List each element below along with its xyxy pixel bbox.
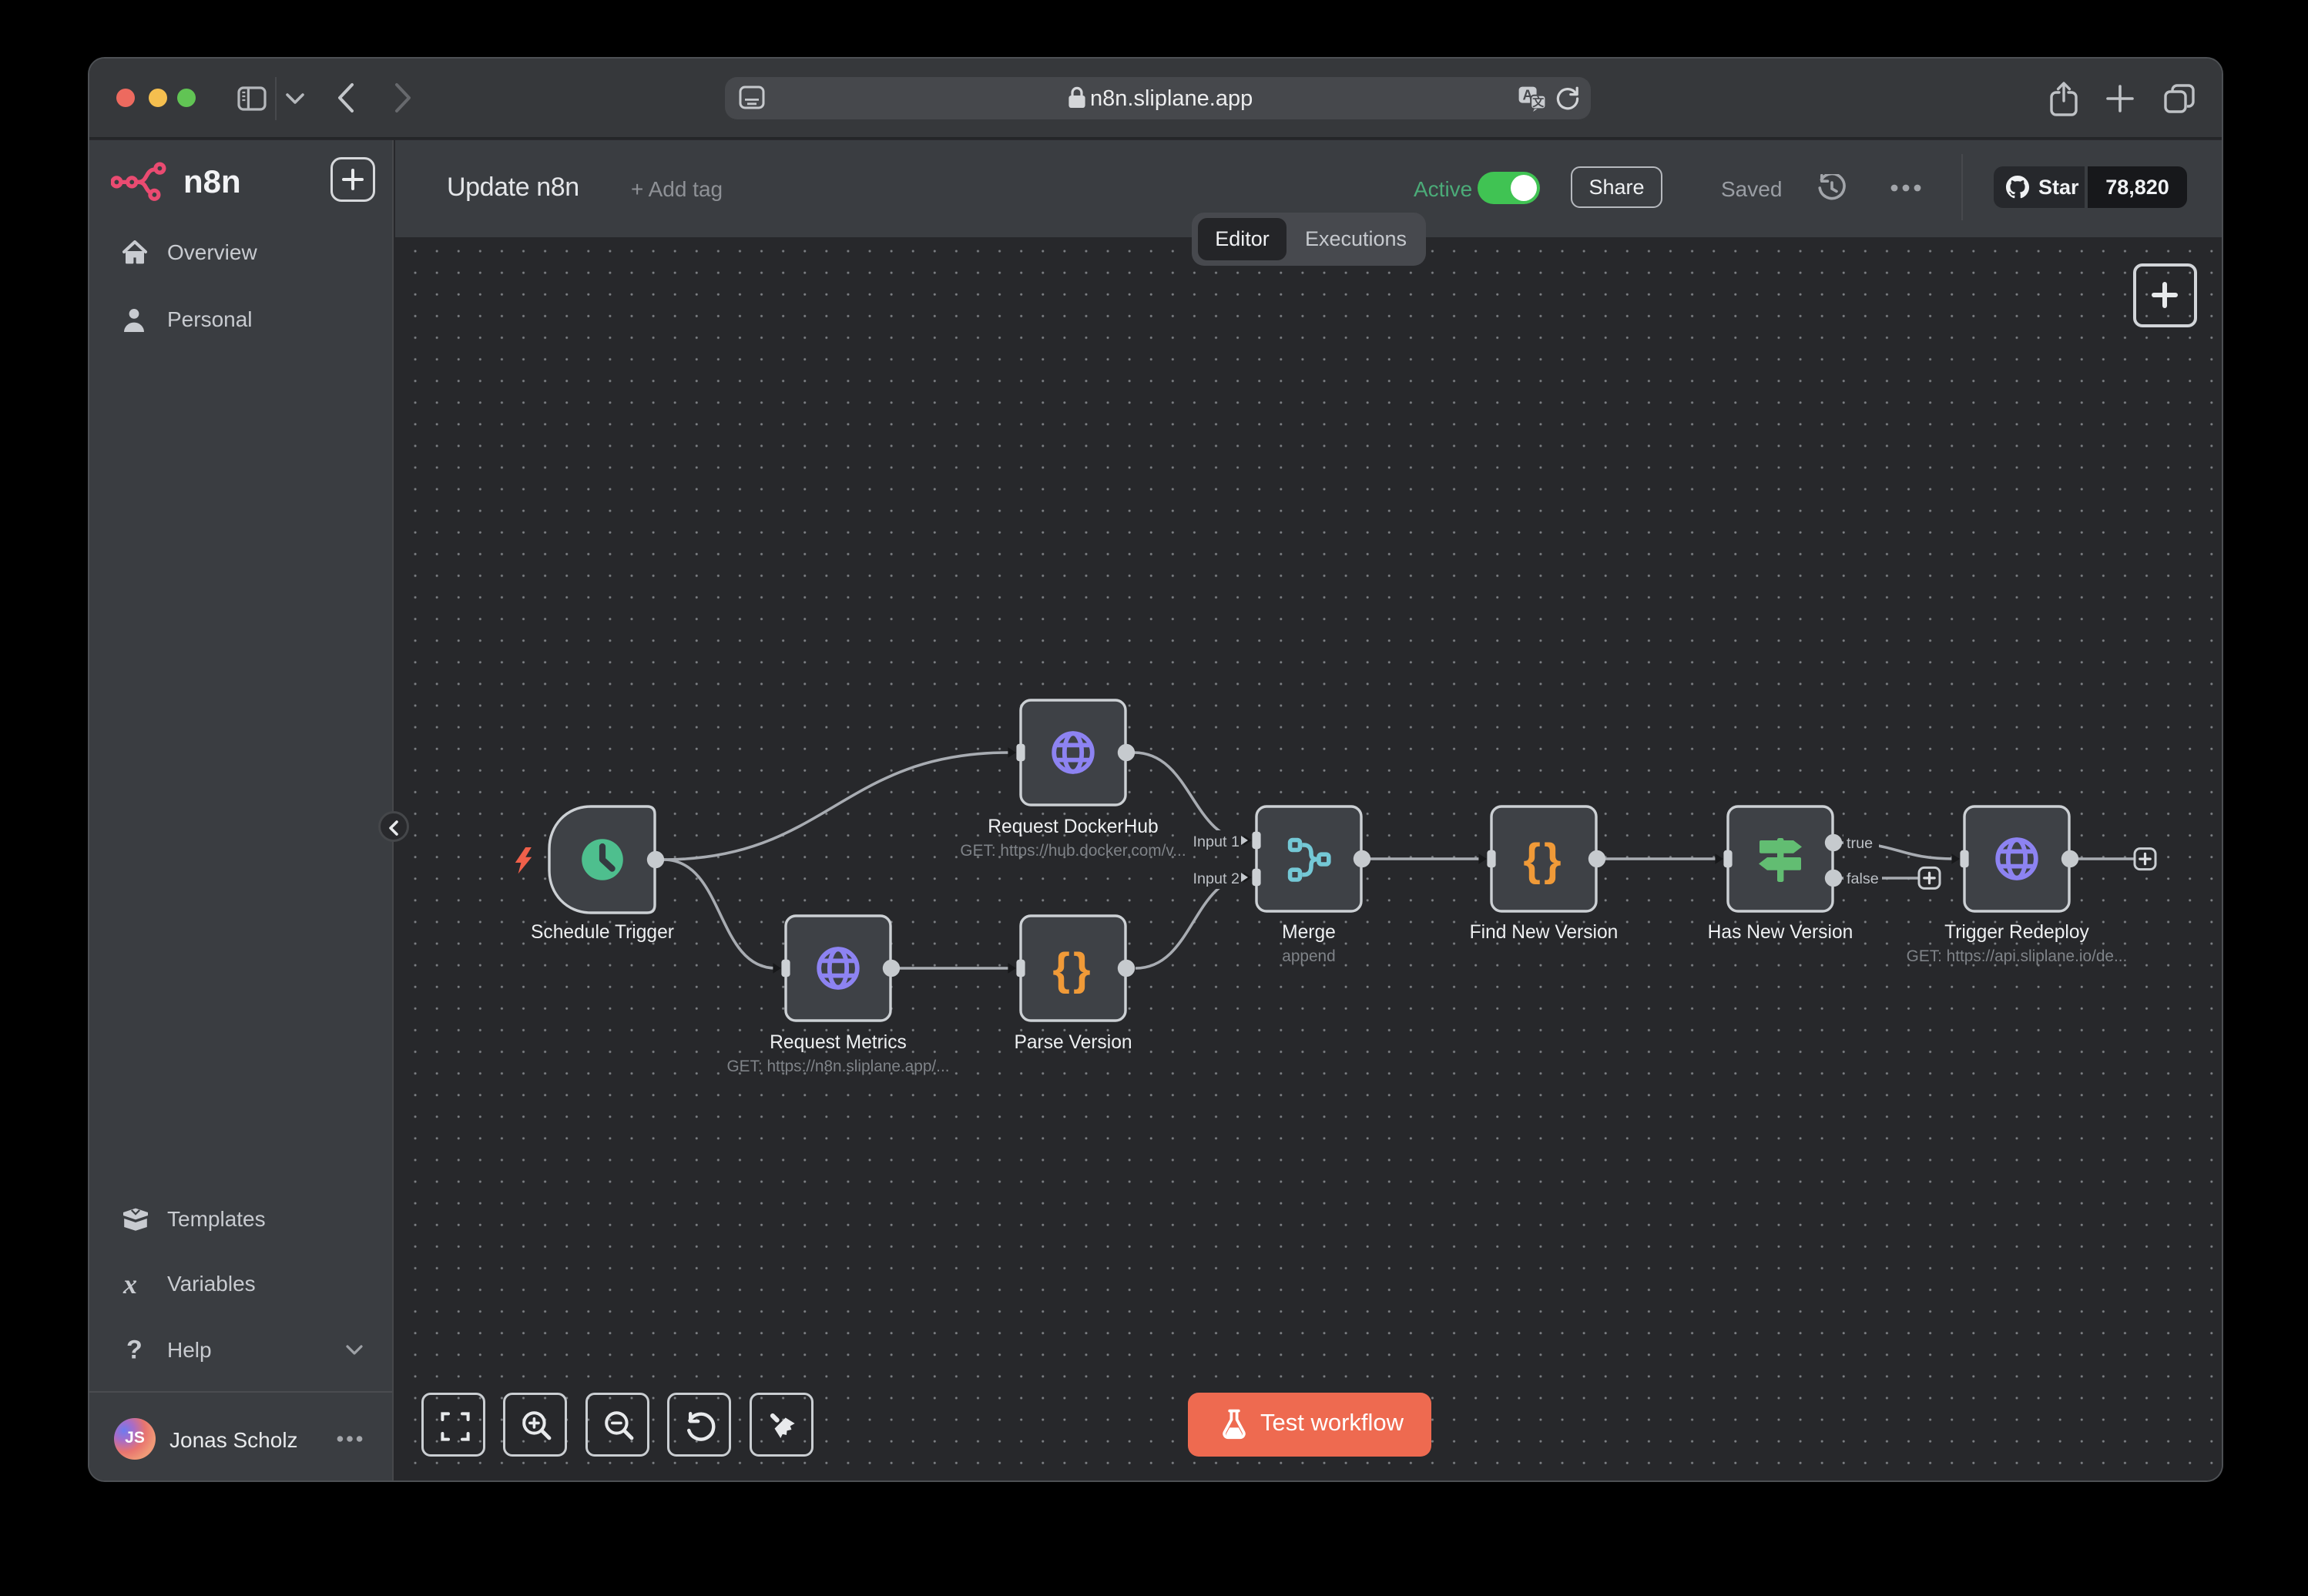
svg-text:文: 文 [1532, 96, 1545, 109]
svg-text:Merge: Merge [1282, 922, 1336, 943]
svg-text:{}: {} [1052, 944, 1093, 994]
svg-text:Find New Version: Find New Version [1470, 922, 1619, 943]
svg-text:true: true [1847, 835, 1873, 852]
svg-text:Parse Version: Parse Version [1014, 1032, 1132, 1053]
svg-text:Request DockerHub: Request DockerHub [988, 816, 1158, 837]
svg-text:GET: https://hub.docker.com/v.: GET: https://hub.docker.com/v... [960, 842, 1186, 860]
svg-text:Has New Version: Has New Version [1708, 922, 1853, 943]
svg-text:Schedule Trigger: Schedule Trigger [531, 922, 674, 943]
svg-text:Input 2: Input 2 [1193, 870, 1240, 887]
svg-text:Input 1: Input 1 [1193, 833, 1240, 850]
svg-text:{}: {} [1523, 835, 1564, 885]
svg-text:GET: https://n8n.sliplane.app/: GET: https://n8n.sliplane.app/... [726, 1058, 949, 1075]
svg-text:false: false [1847, 870, 1879, 887]
svg-text:Request Metrics: Request Metrics [770, 1032, 907, 1053]
svg-text:append: append [1282, 947, 1335, 965]
svg-text:GET: https://api.sliplane.io/d: GET: https://api.sliplane.io/de... [1907, 947, 2128, 965]
svg-text:Trigger Redeploy: Trigger Redeploy [1944, 922, 2089, 943]
